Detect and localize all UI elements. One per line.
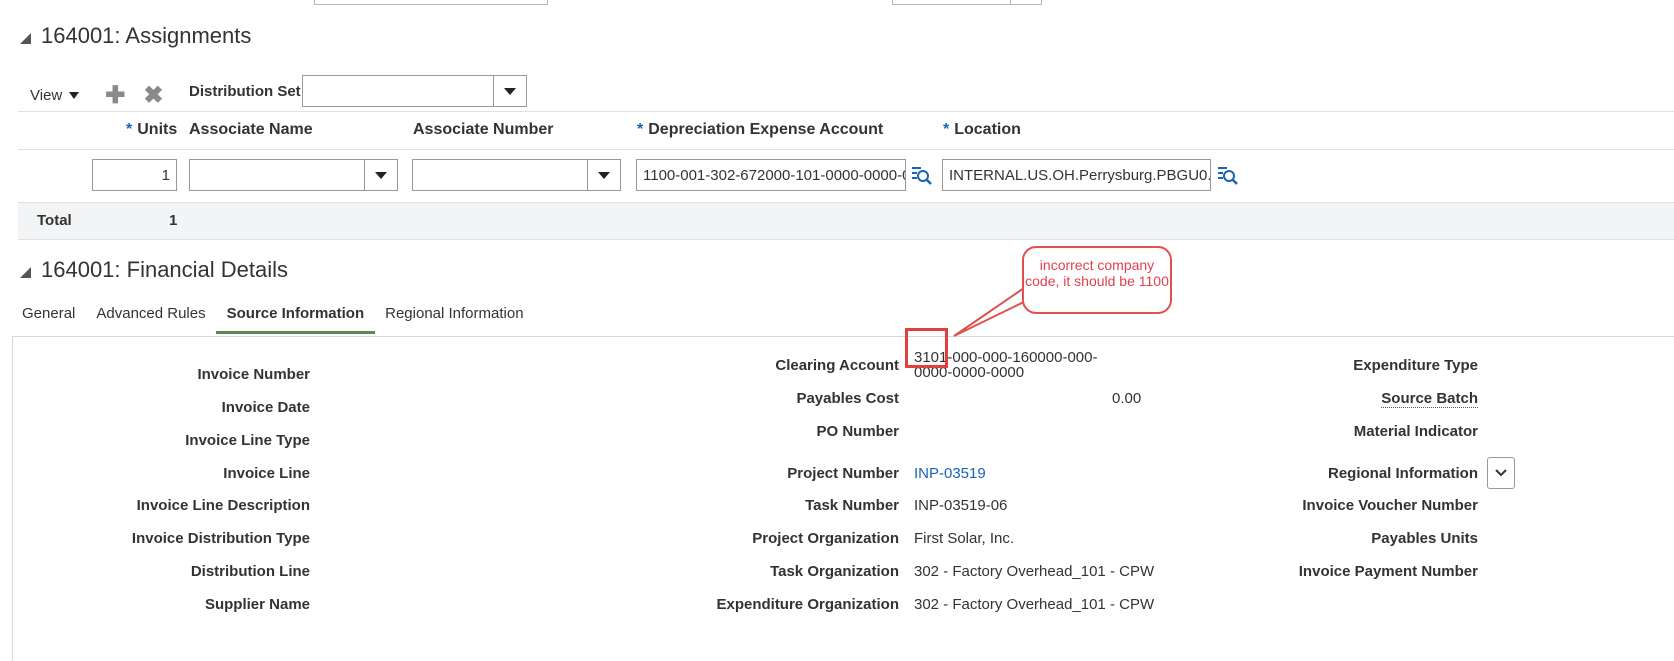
search-lookup-icon[interactable] [1216,164,1238,186]
invoice-line-description-label: Invoice Line Description [136,497,310,514]
financial-details-tabs: General Advanced Rules Source Informatio… [22,305,545,334]
po-number-label: PO Number [816,423,899,440]
regional-information-dropdown[interactable] [1487,457,1515,489]
task-organization-value: 302 - Factory Overhead_101 - CPW [914,563,1155,580]
top-field-partial[interactable] [314,0,548,5]
column-header-units: * Units [126,121,178,138]
collapse-triangle-icon[interactable] [20,266,31,278]
project-number-link[interactable]: INP-03519 [914,465,986,482]
invoice-line-label: Invoice Line [223,465,310,482]
tab-advanced-rules[interactable]: Advanced Rules [96,305,205,334]
assignments-header[interactable]: 164001: Assignments [20,23,251,49]
tab-source-information[interactable]: Source Information [215,305,376,334]
assignments-title: 164001: Assignments [41,23,252,48]
financial-details-title: 164001: Financial Details [41,257,289,282]
chevron-down-icon [69,91,80,99]
chevron-down-icon [1495,469,1507,477]
invoice-date-label: Invoice Date [221,399,310,416]
top-select-partial[interactable] [892,0,1042,5]
clearing-account-label: Clearing Account [775,357,899,374]
expenditure-organization-value: 302 - Factory Overhead_101 - CPW [914,596,1155,613]
associate-number-select[interactable] [412,159,621,191]
invoice-voucher-number-label: Invoice Voucher Number [1302,497,1478,514]
material-indicator-label: Material Indicator [1353,423,1478,440]
column-header-depreciation-expense-account: * Depreciation Expense Account [637,121,884,138]
distribution-line-label: Distribution Line [190,563,310,580]
expenditure-organization-label: Expenditure Organization [716,596,899,613]
invoice-line-type-label: Invoice Line Type [185,432,310,449]
supplier-name-label: Supplier Name [204,596,310,613]
depreciation-expense-account-input[interactable]: 1100-001-302-672000-101-0000-0000-0000 [636,159,906,191]
units-input[interactable]: 1 [92,159,177,191]
tab-regional-information[interactable]: Regional Information [385,305,523,334]
collapse-triangle-icon[interactable] [20,32,31,44]
total-label: Total [37,212,72,229]
project-organization-label: Project Organization [752,530,899,547]
column-header-associate-number: Associate Number [413,121,554,138]
regional-information-label: Regional Information [1328,465,1478,482]
distribution-set-select[interactable] [302,75,527,107]
dropdown-arrow-icon[interactable] [587,160,620,190]
task-number-label: Task Number [805,497,899,514]
annotation-callout: incorrect company code, it should be 110… [1022,246,1172,314]
close-icon[interactable]: ✖ [143,81,163,110]
source-batch-label[interactable]: Source Batch [1381,390,1478,408]
depreciation-header-label: Depreciation Expense Account [648,121,884,138]
assignments-toolbar: View ✚ ✖ [30,80,163,110]
invoice-number-label: Invoice Number [197,366,310,383]
units-header-label: Units [137,121,178,138]
view-menu[interactable]: View [30,86,80,104]
payables-cost-label: Payables Cost [796,390,899,407]
expenditure-type-label: Expenditure Type [1353,357,1478,374]
invoice-payment-number-label: Invoice Payment Number [1298,563,1478,580]
task-organization-label: Task Organization [770,563,899,580]
total-value: 1 [169,212,178,229]
column-header-location: * Location [943,121,1021,138]
plus-icon[interactable]: ✚ [105,81,125,110]
financial-details-header[interactable]: 164001: Financial Details [20,257,288,283]
divider [18,111,1674,112]
task-number-value: INP-03519-06 [914,497,1008,514]
location-header-label: Location [954,121,1021,138]
column-header-associate-name: Associate Name [189,121,313,138]
project-number-label: Project Number [787,465,899,482]
dropdown-arrow-icon[interactable] [364,160,397,190]
project-organization-value: First Solar, Inc. [914,530,1015,547]
associate-name-select[interactable] [189,159,398,191]
location-input[interactable]: INTERNAL.US.OH.Perrysburg.PBGU0.F [942,159,1211,191]
highlight-box [905,328,948,368]
search-lookup-icon[interactable] [910,164,932,186]
dropdown-arrow-icon[interactable] [493,76,526,106]
tab-general[interactable]: General [22,305,75,334]
distribution-set-label: Distribution Set [189,83,301,100]
payables-units-label: Payables Units [1371,530,1478,547]
view-label: View [30,86,63,104]
total-row: Total 1 [18,202,1674,240]
invoice-distribution-type-label: Invoice Distribution Type [131,530,310,547]
divider [18,149,1674,150]
payables-cost-value: 0.00 [1112,390,1142,407]
